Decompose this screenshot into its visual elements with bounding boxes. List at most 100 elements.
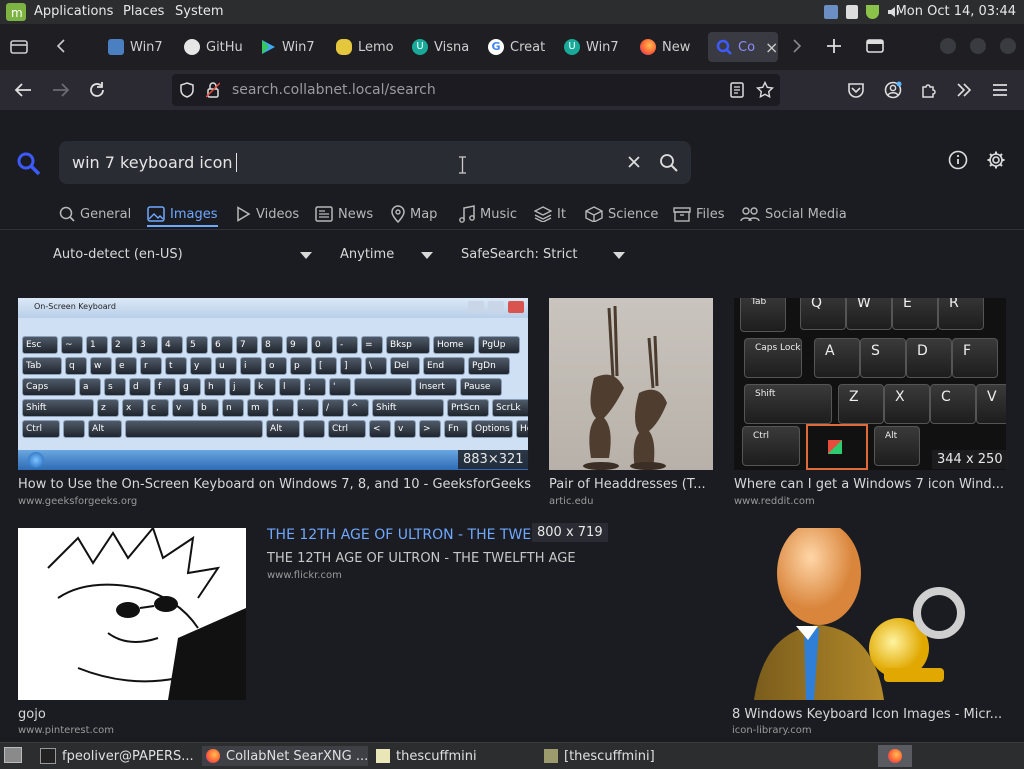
category-it[interactable]: It [534, 203, 566, 225]
clear-search-icon[interactable] [627, 155, 641, 169]
tab-7[interactable]: U Win7 [564, 32, 624, 62]
osk-key: Alt [266, 420, 300, 438]
category-files[interactable]: Files [673, 203, 725, 225]
result-image-keyboard-photo[interactable]: Tab Q W E R Caps Lock A S D F Shift Z X C V Ctrl Alt [734, 298, 1006, 470]
keycap: S [860, 338, 906, 378]
preferences-gear-icon[interactable] [986, 150, 1006, 170]
chevron-down-icon[interactable] [300, 252, 312, 259]
tab-4[interactable]: Lemo [336, 32, 396, 62]
result-title[interactable]: How to Use the On-Screen Keyboard on Win… [18, 477, 538, 492]
clipboard-icon[interactable] [846, 5, 858, 19]
workspace-switcher[interactable] [878, 745, 912, 767]
insecure-lock-icon[interactable] [206, 82, 220, 98]
shield-icon[interactable] [866, 5, 879, 19]
result-image-user-key-icon[interactable] [734, 528, 1006, 700]
tab-6[interactable]: G Creat [488, 32, 548, 62]
window-minimize-button[interactable] [940, 38, 956, 54]
search-submit-icon[interactable] [659, 153, 679, 173]
result-source: icon-library.com [732, 725, 812, 736]
taskbar-item-notes-1[interactable]: thescuffmini [372, 746, 532, 766]
osk-title: On-Screen Keyboard [34, 302, 116, 311]
extensions-icon[interactable] [920, 81, 938, 99]
osk-key: w [90, 357, 112, 375]
result-title[interactable]: Pair of Headdresses (T... [549, 477, 719, 492]
shield-tracking-icon[interactable] [180, 82, 194, 98]
bookmark-star-icon[interactable] [756, 81, 774, 99]
time-range-select[interactable]: Anytime [340, 247, 394, 262]
window-close-button[interactable] [1000, 38, 1016, 54]
category-images[interactable]: Images [147, 203, 218, 227]
result-title[interactable]: Where can I get a Windows 7 icon Wind... [734, 477, 1009, 492]
taskbar-label: fpeoliver@PAPERS... [62, 748, 194, 764]
keycap: R [938, 298, 984, 330]
osk-key [125, 420, 263, 438]
show-desktop-icon[interactable] [4, 747, 22, 763]
keycap: W [846, 298, 892, 330]
category-news[interactable]: News [315, 203, 373, 225]
language-select[interactable]: Auto-detect (en-US) [53, 247, 183, 262]
tab-8[interactable]: New [640, 32, 700, 62]
category-label: Images [170, 206, 218, 222]
svg-text:m: m [11, 6, 23, 20]
chevron-down-icon[interactable] [421, 252, 433, 259]
clock[interactable]: Mon Oct 14, 03:44 [896, 4, 1016, 19]
menu-applications[interactable]: Applications [34, 4, 113, 19]
reader-view-icon[interactable] [730, 82, 744, 98]
url-text[interactable]: search.collabnet.local/search [232, 82, 436, 98]
hamburger-menu-icon[interactable] [992, 82, 1008, 98]
searxng-page: win 7 keyboard icon General Images Video… [0, 110, 1024, 742]
chevron-down-icon[interactable] [613, 252, 625, 259]
result-title[interactable]: gojo [18, 707, 246, 722]
category-music[interactable]: Music [459, 203, 517, 225]
new-tab-icon[interactable] [826, 38, 842, 54]
pocket-icon[interactable] [847, 82, 865, 98]
category-science[interactable]: Science [585, 203, 658, 225]
back-icon[interactable] [14, 82, 32, 98]
searxng-logo-icon[interactable] [16, 151, 42, 177]
result-detail-link[interactable]: THE 12TH AGE OF ULTRON - THE TWE [267, 527, 531, 543]
info-icon[interactable] [948, 150, 968, 170]
result-image-headdresses[interactable] [549, 298, 713, 470]
search-query-text[interactable]: win 7 keyboard icon [72, 153, 233, 172]
url-bar[interactable]: search.collabnet.local/search [172, 74, 780, 106]
osk-key: ; [304, 378, 326, 396]
result-image-onscreen-keyboard[interactable]: On-Screen Keyboard Esc ~1 2 3 4 5 6 7 8 9 0- = Bksp H… [18, 298, 528, 470]
osk-key: b [197, 399, 219, 417]
category-general[interactable]: General [59, 203, 131, 225]
tab-label: Visna [434, 39, 470, 55]
osk-key: 1 [86, 336, 108, 354]
tab-active-searxng[interactable]: Co × [708, 32, 778, 62]
account-icon[interactable] [884, 81, 902, 99]
tab-3[interactable]: Win7 [260, 32, 320, 62]
tab-scroll-left-icon[interactable] [56, 39, 66, 53]
osk-key: v [172, 399, 194, 417]
tab-close-icon[interactable]: × [765, 38, 778, 57]
result-title[interactable]: 8 Windows Keyboard Icon Images - Micr... [732, 707, 1007, 722]
tab-1[interactable]: Win7 [108, 32, 168, 62]
safesearch-select[interactable]: SafeSearch: Strict [461, 247, 578, 262]
category-map[interactable]: Map [391, 203, 437, 225]
taskbar-item-terminal[interactable]: fpeoliver@PAPERS... [36, 746, 196, 766]
osk-key: n [222, 399, 244, 417]
tab-scroll-right-icon[interactable] [792, 39, 802, 53]
tab-5[interactable]: U Visna [412, 32, 472, 62]
tab-label: Co [738, 39, 756, 55]
list-all-tabs-icon[interactable] [866, 38, 884, 54]
result-image-gojo[interactable] [18, 528, 246, 700]
menu-system[interactable]: System [175, 4, 223, 19]
search-input[interactable]: win 7 keyboard icon [59, 141, 691, 184]
tab-2[interactable]: GitHu [184, 32, 244, 62]
window-maximize-button[interactable] [970, 38, 986, 54]
network-icon[interactable] [824, 5, 838, 19]
taskbar-item-firefox[interactable]: CollabNet SearXNG ... [202, 746, 368, 766]
terminal-icon [40, 748, 56, 764]
mint-menu-icon[interactable]: m [6, 3, 26, 21]
category-social-media[interactable]: Social Media [740, 203, 847, 225]
reload-icon[interactable] [88, 81, 106, 99]
tab-overview-icon[interactable] [10, 38, 28, 54]
taskbar-item-notes-2[interactable]: [thescuffmini] [540, 746, 700, 766]
menu-places[interactable]: Places [123, 4, 164, 19]
forward-icon[interactable] [52, 82, 70, 98]
more-tools-icon[interactable] [956, 82, 972, 98]
category-videos[interactable]: Videos [235, 203, 299, 225]
